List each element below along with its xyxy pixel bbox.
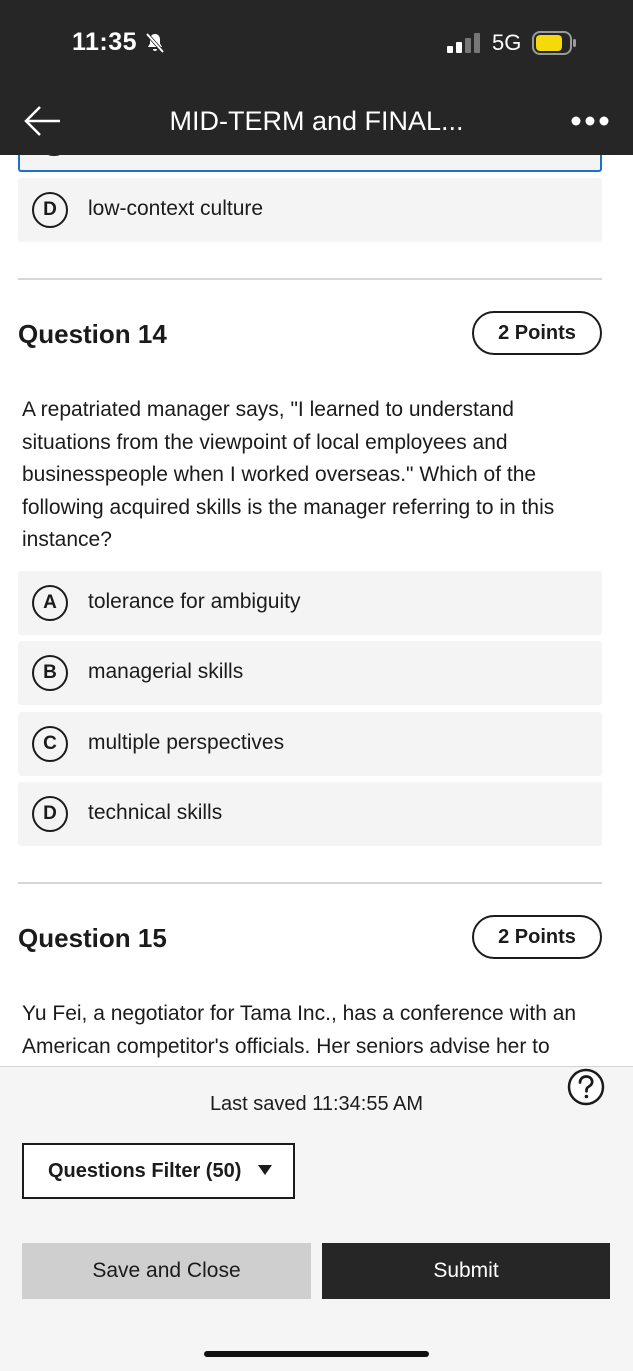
question-divider <box>18 882 602 884</box>
submit-button[interactable]: Submit <box>322 1243 610 1299</box>
answer-option-text: managerial skills <box>88 660 244 683</box>
status-time: 11:35 <box>72 28 138 56</box>
quiz-footer: Last saved 11:34:55 AM Questions Filter … <box>0 1066 633 1371</box>
points-badge: 2 Points <box>472 915 602 959</box>
answer-option-text: low-context culture <box>88 197 264 220</box>
question-text: Yu Fei, a negotiator for Tama Inc., has … <box>22 998 592 1063</box>
page-title: MID-TERM and FINAL... <box>169 106 464 136</box>
status-bar: 11:35 5G <box>0 0 633 88</box>
question-text-line: businesspeople when I worked overseas." … <box>22 463 537 486</box>
answer-option-text: tolerance for ambiguity <box>88 590 301 613</box>
questions-filter-label: Questions Filter (50) <box>48 1160 242 1182</box>
questions-filter-dropdown[interactable]: Questions Filter (50) <box>22 1143 295 1199</box>
question-text-line: A repatriated manager says, "I learned t… <box>22 398 514 421</box>
bell-muted-icon <box>145 32 165 54</box>
back-arrow-icon[interactable] <box>22 101 62 141</box>
points-badge: 2 Points <box>472 311 602 355</box>
question-text-line: following acquired skills is the manager… <box>22 495 555 519</box>
question-text-line: instance? <box>22 528 112 551</box>
answer-letter-badge: A <box>32 585 68 621</box>
caret-down-icon <box>258 1165 272 1175</box>
answer-option-text: technical skills <box>88 801 223 824</box>
answer-letter-badge: B <box>32 655 68 691</box>
save-and-close-button[interactable]: Save and Close <box>22 1243 311 1299</box>
question-divider <box>18 278 602 280</box>
answer-option-b[interactable]: B managerial skills <box>18 641 602 705</box>
answer-option-d-prev[interactable]: D low-context culture <box>18 178 602 242</box>
answer-option-c[interactable]: C multiple perspectives <box>18 712 602 776</box>
question-title: Question 15 <box>18 923 167 953</box>
home-indicator <box>204 1351 429 1357</box>
question-text-line: American competitor's officials. Her sen… <box>22 1034 550 1058</box>
answer-letter-badge: D <box>32 192 68 228</box>
more-dots-icon[interactable] <box>570 115 610 127</box>
app-header: 11:35 5G MID-TERM and FINAL... <box>0 0 633 155</box>
network-type: 5G <box>492 30 522 55</box>
question-title: Question 14 <box>18 319 167 349</box>
answer-option-text: multiple perspectives <box>88 731 285 754</box>
answer-letter-badge: D <box>32 796 68 832</box>
answer-option-a[interactable]: A tolerance for ambiguity <box>18 571 602 635</box>
answer-option-d[interactable]: D technical skills <box>18 782 602 846</box>
question-text-line: situations from the viewpoint of local e… <box>22 430 508 454</box>
cell-signal-icon <box>447 33 480 53</box>
answer-letter-badge: C <box>32 726 68 762</box>
last-saved-status: Last saved 11:34:55 AM <box>209 1093 424 1115</box>
battery-icon <box>532 31 576 55</box>
question-text-line: Yu Fei, a negotiator for Tama Inc., has … <box>22 1002 577 1025</box>
question-text: A repatriated manager says, "I learned t… <box>22 394 592 557</box>
